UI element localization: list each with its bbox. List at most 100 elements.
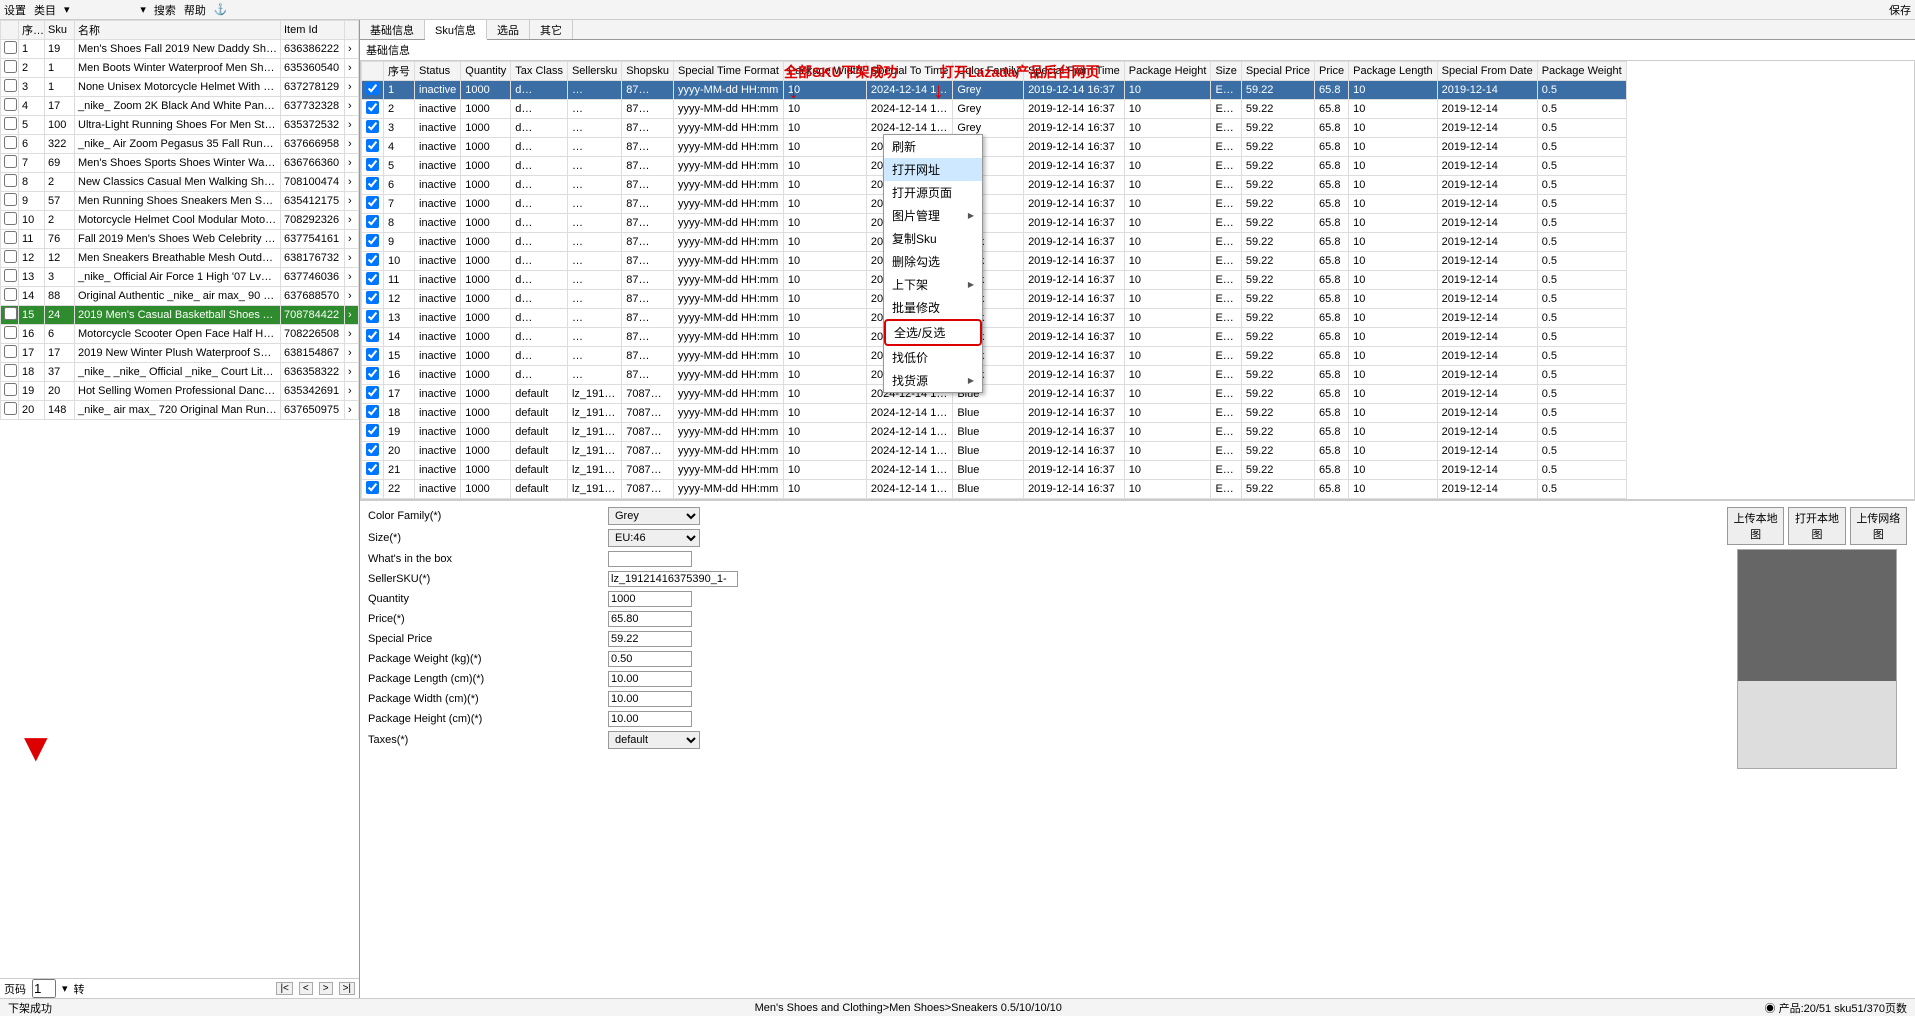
table-header[interactable]: Sku <box>45 21 75 40</box>
table-row[interactable]: 22inactive1000defaultlz_191…7087…yyyy-MM… <box>362 480 1627 499</box>
row-checkbox[interactable] <box>4 231 17 244</box>
table-row[interactable]: 10inactive1000d……87…yyyy-MM-dd HH:mm1020… <box>362 252 1627 271</box>
table-row[interactable]: 82New Classics Casual Men Walking Shoes … <box>1 173 359 192</box>
table-row[interactable]: 1inactive1000d……87…yyyy-MM-dd HH:mm10202… <box>362 81 1627 100</box>
input-box[interactable] <box>608 551 692 567</box>
table-row[interactable]: 17inactive1000defaultlz_191…7087…yyyy-MM… <box>362 385 1627 404</box>
row-checkbox[interactable] <box>366 424 379 437</box>
row-checkbox[interactable] <box>4 212 17 225</box>
table-header[interactable]: 名称 <box>75 21 281 40</box>
table-row[interactable]: 957Men Running Shoes Sneakers Men Sport … <box>1 192 359 211</box>
table-header[interactable]: Shopsku <box>622 62 674 81</box>
pager-last-button[interactable]: >| <box>339 982 355 995</box>
tab-sku[interactable]: Sku信息 <box>425 20 487 40</box>
input-pwidth[interactable] <box>608 691 692 707</box>
input-pweight[interactable] <box>608 651 692 667</box>
row-checkbox[interactable] <box>4 364 17 377</box>
row-checkbox[interactable] <box>4 326 17 339</box>
table-row[interactable]: 15242019 Men's Casual Basketball Shoes A… <box>1 306 359 325</box>
table-row[interactable]: 17172019 New Winter Plush Waterproof Sno… <box>1 344 359 363</box>
row-checkbox[interactable] <box>366 291 379 304</box>
table-header[interactable]: Status <box>415 62 461 81</box>
btn-upload-net[interactable]: 上传网络图 <box>1850 507 1907 545</box>
table-row[interactable]: 1176Fall 2019 Men's Shoes Web Celebrity … <box>1 230 359 249</box>
ctx-find-low[interactable]: 找低价 <box>884 346 982 369</box>
table-header[interactable]: Quantity <box>461 62 511 81</box>
table-header[interactable]: Color Family <box>953 62 1024 81</box>
table-row[interactable]: 21Men Boots Winter Waterproof Men Shoes … <box>1 59 359 78</box>
table-row[interactable]: 11inactive1000d……87…yyyy-MM-dd HH:mm1020… <box>362 271 1627 290</box>
table-row[interactable]: 3inactive1000d……87…yyyy-MM-dd HH:mm10202… <box>362 119 1627 138</box>
pager-page-input[interactable] <box>32 979 56 998</box>
pager-dropdown-icon[interactable]: ▾ <box>62 982 68 995</box>
row-checkbox[interactable] <box>4 117 17 130</box>
table-header[interactable] <box>345 21 359 40</box>
table-row[interactable]: 20inactive1000defaultlz_191…7087…yyyy-MM… <box>362 442 1627 461</box>
table-row[interactable]: 4inactive1000d……87…yyyy-MM-dd HH:mm10202… <box>362 138 1627 157</box>
pager-prev-button[interactable]: < <box>299 982 313 995</box>
ctx-batch-mod[interactable]: 批量修改 <box>884 296 982 319</box>
table-row[interactable]: 1837_nike_ _nike_ Official _nike_ Court … <box>1 363 359 382</box>
table-header[interactable]: Package Width <box>783 62 866 81</box>
table-header[interactable] <box>1 21 19 40</box>
table-row[interactable]: 9inactive1000d……87…yyyy-MM-dd HH:mm10202… <box>362 233 1627 252</box>
table-row[interactable]: 1212Men Sneakers Breathable Mesh Outdoor… <box>1 249 359 268</box>
row-checkbox[interactable] <box>4 98 17 111</box>
row-checkbox[interactable] <box>366 234 379 247</box>
table-row[interactable]: 769Men's Shoes Sports Shoes Winter Warm … <box>1 154 359 173</box>
table-header[interactable]: Special From Date <box>1437 62 1537 81</box>
table-row[interactable]: 6322_nike_ Air Zoom Pegasus 35 Fall Runn… <box>1 135 359 154</box>
ctx-up-down[interactable]: 上下架 <box>884 273 982 296</box>
row-checkbox[interactable] <box>4 155 17 168</box>
table-row[interactable]: 133_nike_ Official Air Force 1 High '07 … <box>1 268 359 287</box>
row-checkbox[interactable] <box>366 253 379 266</box>
table-header[interactable]: Special Price <box>1241 62 1314 81</box>
table-header[interactable]: Package Height <box>1124 62 1211 81</box>
row-checkbox[interactable] <box>4 41 17 54</box>
table-header[interactable]: Package Weight <box>1537 62 1626 81</box>
row-checkbox[interactable] <box>366 348 379 361</box>
table-row[interactable]: 13inactive1000d……87…yyyy-MM-dd HH:mm1020… <box>362 309 1627 328</box>
anchor-icon[interactable]: ⚓ <box>214 3 228 16</box>
row-checkbox[interactable] <box>366 310 379 323</box>
row-checkbox[interactable] <box>366 329 379 342</box>
table-row[interactable]: 18inactive1000defaultlz_191…7087…yyyy-MM… <box>362 404 1627 423</box>
table-row[interactable]: 12inactive1000d……87…yyyy-MM-dd HH:mm1020… <box>362 290 1627 309</box>
row-checkbox[interactable] <box>366 177 379 190</box>
row-checkbox[interactable] <box>366 158 379 171</box>
table-header[interactable]: Package Length <box>1349 62 1438 81</box>
table-row[interactable]: 1920Hot Selling Women Professional Danci… <box>1 382 359 401</box>
btn-upload-local[interactable]: 上传本地图 <box>1727 507 1784 545</box>
row-checkbox[interactable] <box>4 193 17 206</box>
table-header[interactable]: 序号 <box>384 62 415 81</box>
tab-options[interactable]: 选品 <box>487 20 530 39</box>
table-header[interactable]: Tax Class <box>511 62 568 81</box>
menu-search[interactable]: 搜索 <box>154 2 176 18</box>
row-checkbox[interactable] <box>366 405 379 418</box>
ctx-select-all[interactable]: 全选/反选 <box>884 319 982 346</box>
select-color[interactable]: Grey <box>608 507 700 525</box>
table-row[interactable]: 19inactive1000defaultlz_191…7087…yyyy-MM… <box>362 423 1627 442</box>
table-row[interactable]: 8inactive1000d……87…yyyy-MM-dd HH:mm10202… <box>362 214 1627 233</box>
tab-other[interactable]: 其它 <box>530 20 573 39</box>
table-header[interactable]: Special To Time <box>866 62 952 81</box>
row-checkbox[interactable] <box>366 367 379 380</box>
pager-next-button[interactable]: > <box>319 982 333 995</box>
row-checkbox[interactable] <box>4 383 17 396</box>
ctx-find-src[interactable]: 找货源 <box>884 369 982 392</box>
ctx-img-mgr[interactable]: 图片管理 <box>884 204 982 227</box>
row-checkbox[interactable] <box>366 462 379 475</box>
table-row[interactable]: 166Motorcycle Scooter Open Face Half Hel… <box>1 325 359 344</box>
input-sprice[interactable] <box>608 631 692 647</box>
row-checkbox[interactable] <box>4 79 17 92</box>
row-checkbox[interactable] <box>4 269 17 282</box>
row-checkbox[interactable] <box>366 443 379 456</box>
table-row[interactable]: 21inactive1000defaultlz_191…7087…yyyy-MM… <box>362 461 1627 480</box>
btn-open-local[interactable]: 打开本地图 <box>1788 507 1845 545</box>
row-checkbox[interactable] <box>4 402 17 415</box>
menu-settings[interactable]: 设置 <box>4 2 26 18</box>
table-header[interactable]: Sellersku <box>567 62 621 81</box>
row-checkbox[interactable] <box>366 272 379 285</box>
ctx-del-sel[interactable]: 删除勾选 <box>884 250 982 273</box>
table-row[interactable]: 417_nike_ Zoom 2K Black And White Panda … <box>1 97 359 116</box>
